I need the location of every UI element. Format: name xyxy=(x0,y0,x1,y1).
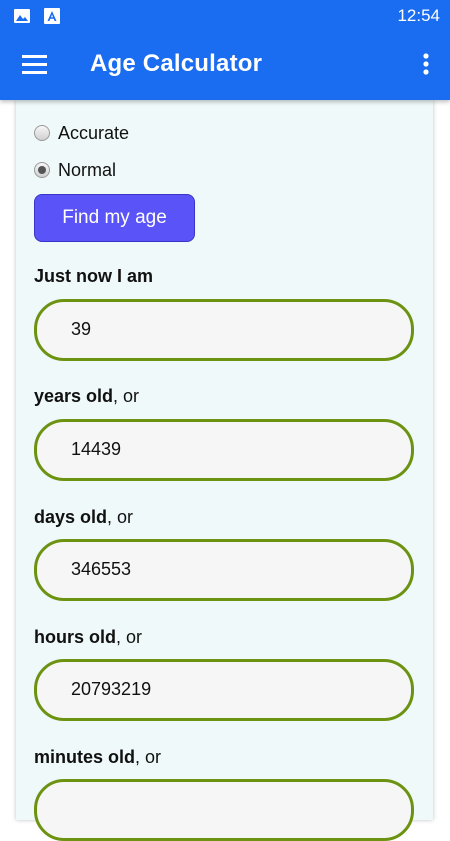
label-days-old: days old, or xyxy=(34,507,134,527)
menu-button[interactable] xyxy=(14,44,58,88)
accessibility-a-icon xyxy=(44,8,60,24)
radio-button-checked[interactable] xyxy=(34,162,50,178)
status-time: 12:54 xyxy=(397,6,440,25)
minutes-field[interactable]: 20793219 xyxy=(34,659,414,721)
app-bar: 12:54 Age Calculator xyxy=(0,0,450,100)
app-title: Age Calculator xyxy=(90,50,263,77)
radio-accurate[interactable]: Accurate xyxy=(34,120,129,146)
years-field[interactable]: 39 xyxy=(34,299,414,361)
field-value: 39 xyxy=(71,319,92,339)
radio-button-unchecked[interactable] xyxy=(34,125,50,141)
seconds-field[interactable] xyxy=(34,779,414,841)
field-value: 20793219 xyxy=(71,679,152,699)
field-value: 14439 xyxy=(71,439,122,459)
image-icon xyxy=(14,8,30,24)
radio-normal[interactable]: Normal xyxy=(34,157,116,183)
label-years-old: years old, or xyxy=(34,386,140,406)
field-value: 346553 xyxy=(71,559,132,579)
hamburger-menu-icon xyxy=(22,55,47,74)
label-minutes-old: minutes old, or xyxy=(34,747,162,767)
label-hours-old: hours old, or xyxy=(34,627,143,647)
more-vert-icon xyxy=(423,53,429,75)
content-card: Accurate Normal Find my age Just now I a… xyxy=(16,100,433,841)
status-bar: 12:54 xyxy=(0,0,450,32)
overflow-menu-button[interactable] xyxy=(414,44,438,88)
label-just-now: Just now I am xyxy=(34,266,154,286)
toolbar: Age Calculator xyxy=(0,32,450,100)
hours-field[interactable]: 346553 xyxy=(34,539,414,601)
find-my-age-button[interactable]: Find my age xyxy=(34,194,195,242)
radio-label: Accurate xyxy=(58,122,130,143)
days-field[interactable]: 14439 xyxy=(34,419,414,481)
radio-label: Normal xyxy=(58,159,117,180)
